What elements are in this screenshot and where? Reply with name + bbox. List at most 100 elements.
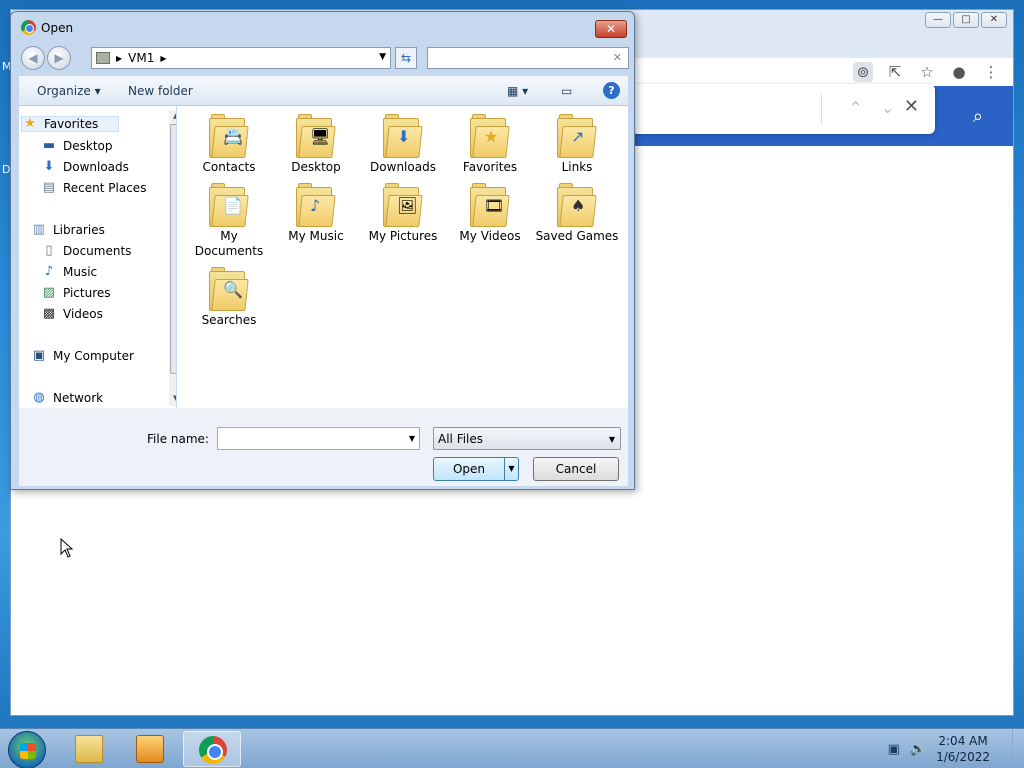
organize-label: Organize	[37, 84, 91, 98]
folder-label: Downloads	[370, 160, 436, 174]
nav-videos[interactable]: ▩ Videos	[41, 306, 103, 322]
help-icon[interactable]: ?	[603, 82, 620, 99]
star-icon[interactable]: ☆	[917, 62, 937, 82]
nav-recent-places[interactable]: ▤ Recent Places	[41, 181, 147, 196]
nav-label: Documents	[63, 244, 132, 258]
folder-icon: ♠	[557, 183, 597, 227]
network-icon[interactable]: ▣	[888, 742, 900, 757]
folder-my-pictures[interactable]: 🖼 My Pictures	[361, 183, 445, 244]
folder-desktop[interactable]: 🖥 Desktop	[274, 114, 358, 175]
nav-pane-scrollbar[interactable]: ▲ ▼	[169, 110, 176, 406]
divider	[821, 94, 822, 124]
folder-links[interactable]: ↗ Links	[535, 114, 619, 175]
folder-searches[interactable]: 🔍 Searches	[187, 267, 271, 328]
nav-my-computer[interactable]: ▣ My Computer	[31, 348, 134, 364]
menu-icon[interactable]: ⋮	[981, 62, 1001, 82]
chevron-right-icon[interactable]: ▶	[160, 54, 166, 63]
clock[interactable]: 2:04 AM 1/6/2022	[936, 733, 990, 765]
folder-my-music[interactable]: ♪ My Music	[274, 183, 358, 244]
folder-icon: 🎞	[470, 183, 510, 227]
command-bar: Organize ▾ New folder ▦ ▾ ▭ ?	[19, 76, 628, 106]
computer-icon: ▣	[32, 348, 46, 363]
nav-music[interactable]: ♪ Music	[41, 265, 98, 280]
folder-icon: 📄	[209, 183, 249, 227]
folder-label: My Documents	[194, 229, 264, 258]
nav-pictures[interactable]: ▨ Pictures	[41, 286, 111, 301]
folder-saved-games[interactable]: ♠ Saved Games	[535, 183, 619, 244]
taskbar-explorer[interactable]	[60, 731, 118, 767]
taskbar-chrome[interactable]	[183, 731, 241, 767]
file-name-input[interactable]: ▼	[217, 427, 420, 450]
folder-icon: 📇	[209, 114, 249, 158]
windows-logo-icon	[20, 743, 36, 759]
volume-icon[interactable]: 🔊	[910, 742, 926, 757]
nav-desktop[interactable]: ▬ Desktop	[41, 139, 113, 154]
view-options-icon[interactable]: ▦ ▾	[507, 84, 528, 98]
chevron-down-icon[interactable]: ▼	[609, 435, 615, 444]
explorer-icon	[75, 735, 103, 763]
address-row: ◀ ▶ ▶ VM1 ▶ ▼ ⇆ ✕	[19, 46, 629, 72]
open-button[interactable]: Open ▼	[433, 457, 519, 481]
close-button[interactable]: ✕	[981, 12, 1007, 28]
nav-documents[interactable]: ▯ Documents	[41, 244, 132, 259]
scroll-up-icon[interactable]: ▲	[173, 112, 176, 120]
search-icon[interactable]: ⌕	[973, 106, 983, 127]
back-button[interactable]: ◀	[21, 46, 45, 70]
refresh-button[interactable]: ⇆	[395, 47, 417, 69]
clock-date: 1/6/2022	[936, 750, 990, 764]
nav-label: Music	[63, 265, 98, 279]
organize-menu[interactable]: Organize ▾	[37, 84, 101, 98]
nav-downloads[interactable]: ⬇ Downloads	[41, 160, 129, 175]
folder-icon: 🖥	[296, 114, 336, 158]
chevron-down-icon[interactable]: ▼	[409, 434, 415, 443]
zoom-icon[interactable]: ⊚	[853, 62, 873, 82]
cancel-button[interactable]: Cancel	[533, 457, 619, 481]
scroll-thumb[interactable]	[170, 124, 176, 374]
find-previous-button[interactable]: ⌃	[849, 98, 862, 117]
find-next-button[interactable]: ⌄	[881, 98, 894, 117]
search-input[interactable]: ✕	[427, 47, 629, 69]
folder-label: Links	[561, 160, 593, 174]
folder-icon: ♪	[296, 183, 336, 227]
nav-libraries[interactable]: ▥ Libraries	[31, 223, 105, 238]
show-desktop-button[interactable]	[1012, 729, 1024, 768]
chevron-down-icon[interactable]: ▼	[379, 52, 386, 62]
profile-icon[interactable]: ●	[949, 62, 969, 82]
breadcrumb-item[interactable]: VM1	[128, 51, 154, 65]
browser-toolbar: ⊚ ⇱ ☆ ● ⋮	[853, 62, 1001, 82]
nav-label: Desktop	[63, 139, 113, 153]
star-icon: ★	[24, 116, 36, 131]
nav-favorites[interactable]: ★ Favorites	[21, 116, 120, 132]
preview-pane-icon[interactable]: ▭	[561, 84, 572, 98]
maximize-button[interactable]: □	[953, 12, 979, 28]
new-folder-button[interactable]: New folder	[128, 84, 193, 98]
videos-icon: ▩	[42, 306, 56, 321]
dialog-close-button[interactable]: ✕	[595, 20, 627, 38]
media-player-icon	[136, 735, 164, 763]
minimize-button[interactable]: —	[925, 12, 951, 28]
file-type-select[interactable]: All Files ▼	[433, 427, 621, 450]
folder-contacts[interactable]: 📇 Contacts	[187, 114, 271, 175]
clear-search-icon[interactable]: ✕	[613, 51, 622, 64]
folder-icon: 🖼	[383, 183, 423, 227]
nav-label: Downloads	[63, 160, 129, 174]
nav-label: Network	[53, 391, 104, 405]
scroll-down-icon[interactable]: ▼	[173, 394, 176, 402]
folder-favorites[interactable]: ★ Favorites	[448, 114, 532, 175]
search-icon: 🔍	[223, 280, 243, 299]
chrome-logo-icon	[21, 20, 36, 35]
folder-my-documents[interactable]: 📄 My Documents	[187, 183, 271, 259]
folder-content-pane: 📇 Contacts 🖥 Desktop ⬇ Downloads ★ Favor…	[177, 106, 628, 408]
folder-my-videos[interactable]: 🎞 My Videos	[448, 183, 532, 244]
open-file-dialog: Open ✕ ◀ ▶ ▶ VM1 ▶ ▼ ⇆ ✕ Organize ▾ New …	[10, 11, 635, 490]
find-close-button[interactable]: ✕	[904, 96, 919, 117]
taskbar-media-player[interactable]	[121, 731, 179, 767]
breadcrumb[interactable]: ▶ VM1 ▶ ▼	[91, 47, 391, 69]
open-options-dropdown[interactable]: ▼	[504, 458, 518, 480]
chevron-right-icon[interactable]: ▶	[116, 54, 122, 63]
folder-downloads[interactable]: ⬇ Downloads	[361, 114, 445, 175]
share-icon[interactable]: ⇱	[885, 62, 905, 82]
start-button[interactable]	[8, 731, 46, 768]
forward-button[interactable]: ▶	[47, 46, 71, 70]
nav-network[interactable]: ◍ Network	[31, 391, 104, 406]
